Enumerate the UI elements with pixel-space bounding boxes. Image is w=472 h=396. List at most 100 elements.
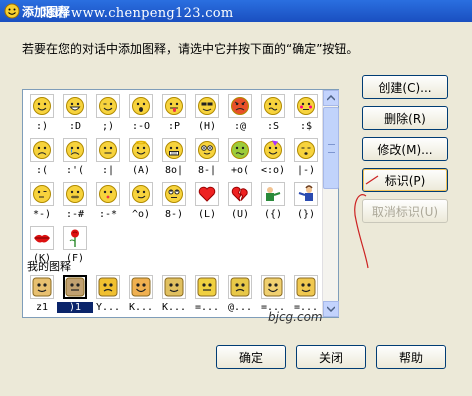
help-button[interactable]: 帮助 — [376, 345, 446, 369]
add-emoticon-dialog: 添加图释 网站 www.chenpeng123.com 若要在您的对话中添加图释… — [0, 0, 472, 396]
emoticon-shortcut-label: :( — [35, 165, 49, 176]
emoticon-shortcut-label: ^o) — [131, 209, 151, 220]
emoticon-item[interactable]: ;) — [92, 92, 124, 136]
site-watermark: bjcg.com — [268, 310, 323, 324]
custom-emoticon-item[interactable]: Y... — [92, 273, 124, 317]
emoticon-shortcut-label: @... — [227, 302, 253, 313]
emoticon-item[interactable]: :-O — [125, 92, 157, 136]
emoticon-list[interactable]: 我的图释 :):D;):-O:P (H):@:S:$:(:'(:| (A) 8o| 8-… — [22, 89, 339, 318]
emoticon-item[interactable]: ({) — [257, 180, 289, 224]
custom-emoticon-item[interactable]: K... — [158, 273, 190, 317]
sarcastic-icon — [129, 182, 153, 206]
emoticon-item[interactable]: :D — [59, 92, 91, 136]
emoticon-item[interactable]: (K) — [26, 224, 58, 268]
emoticon-item[interactable]: <:o) — [257, 136, 289, 180]
emoticon-item[interactable]: (A) — [125, 136, 157, 180]
emoticon-shortcut-label: :) — [35, 121, 49, 132]
ok-button[interactable]: 确定 — [216, 345, 286, 369]
emoticon-item[interactable]: 8o| — [158, 136, 190, 180]
emoticon-item[interactable]: :P — [158, 92, 190, 136]
emoticon-shortcut-label: <:o) — [260, 165, 286, 176]
custom-emoticon-item[interactable]: )1 — [57, 273, 93, 317]
title-watermark: 网站 www.chenpeng123.com — [40, 6, 234, 21]
emoticon-item[interactable]: (F) — [59, 224, 91, 268]
custom-emoticon-item[interactable]: @... — [224, 273, 256, 317]
custom-emoticon-item[interactable]: z1 — [26, 273, 58, 317]
girl-hug-icon — [294, 182, 318, 206]
emoticon-shortcut-label: z1 — [35, 302, 49, 313]
custom-face-1-icon — [30, 275, 54, 299]
emoticon-shortcut-label: )1 — [57, 302, 93, 313]
emoticon-shortcut-label: :| — [101, 165, 115, 176]
emoticon-item[interactable]: :S — [257, 92, 289, 136]
disappointed-icon — [96, 138, 120, 162]
emoticon-item[interactable]: :) — [26, 92, 58, 136]
custom-face-2-icon — [63, 275, 87, 299]
scroll-up-button[interactable] — [323, 90, 339, 106]
emoticon-shortcut-label: :-* — [98, 209, 118, 220]
smile-icon — [30, 94, 54, 118]
tongue-icon — [162, 94, 186, 118]
emoticon-item[interactable]: :'( — [59, 136, 91, 180]
emoticon-item[interactable]: +o( — [224, 136, 256, 180]
emoticon-shortcut-label: (L) — [197, 209, 217, 220]
emoticon-item[interactable]: :@ — [224, 92, 256, 136]
emoticon-shortcut-label: =... — [194, 302, 220, 313]
emoticon-item[interactable]: *-) — [26, 180, 58, 224]
instruction-text: 若要在您的对话中添加图释，请选中它并按下面的“确定”按钮。 — [22, 42, 359, 56]
emoticon-item[interactable]: 8-) — [158, 180, 190, 224]
emoticon-shortcut-label: 8-) — [164, 209, 184, 220]
thinking-icon — [30, 182, 54, 206]
mark-button[interactable]: 标识(P) — [362, 168, 448, 192]
custom-face-5-icon — [162, 275, 186, 299]
emoticon-shortcut-label: (A) — [131, 165, 151, 176]
emoticon-item[interactable]: (H) — [191, 92, 223, 136]
scroll-thumb[interactable] — [323, 107, 339, 189]
title-bar[interactable]: 添加图释 网站 www.chenpeng123.com — [0, 0, 472, 22]
modify-button[interactable]: 修改(M)... — [362, 137, 448, 161]
close-button[interactable]: 关闭 — [296, 345, 366, 369]
unmark-button[interactable]: 取消标识(U) — [362, 199, 448, 223]
confused-icon — [261, 94, 285, 118]
custom-emoticon-item[interactable]: K... — [125, 273, 157, 317]
emoticon-shortcut-label: :-# — [65, 209, 85, 220]
emoticon-item[interactable]: ^o) — [125, 180, 157, 224]
eye-roll-icon — [162, 182, 186, 206]
emoticon-item[interactable]: (U) — [224, 180, 256, 224]
emoticon-item[interactable]: (}) — [290, 180, 321, 224]
emoticon-shortcut-label: (K) — [32, 253, 52, 264]
custom-emoticon-item[interactable]: =... — [191, 273, 223, 317]
emoticon-item[interactable]: :( — [26, 136, 58, 180]
dont-tell-icon — [63, 182, 87, 206]
emoticon-shortcut-label: +o( — [230, 165, 250, 176]
create-button[interactable]: 创建(C)... — [362, 75, 448, 99]
emoticon-item[interactable]: |-) — [290, 136, 321, 180]
chevron-down-icon — [327, 306, 335, 312]
grin-icon — [63, 94, 87, 118]
red-lips-icon — [30, 226, 54, 250]
emoticon-item[interactable]: :| — [92, 136, 124, 180]
nerd-icon — [195, 138, 219, 162]
scroll-down-button[interactable] — [323, 301, 339, 317]
emoticon-shortcut-label: ({) — [263, 209, 283, 220]
baring-teeth-icon — [162, 138, 186, 162]
emoticon-shortcut-label: :-O — [131, 121, 151, 132]
custom-face-4-icon — [129, 275, 153, 299]
emoticon-item[interactable]: 8-| — [191, 136, 223, 180]
vertical-scrollbar[interactable] — [322, 90, 339, 317]
broken-heart-icon — [228, 182, 252, 206]
sad-icon — [30, 138, 54, 162]
emoticon-shortcut-label: ;) — [101, 121, 115, 132]
sick-icon — [228, 138, 252, 162]
emoticon-item[interactable]: (L) — [191, 180, 223, 224]
emoticon-shortcut-label: (H) — [197, 121, 217, 132]
emoticon-shortcut-label: :@ — [233, 121, 247, 132]
cool-sunglasses-icon — [195, 94, 219, 118]
emoticon-item[interactable]: :-# — [59, 180, 91, 224]
boy-hug-icon — [261, 182, 285, 206]
emoticon-item[interactable]: :-* — [92, 180, 124, 224]
delete-button[interactable]: 删除(R) — [362, 106, 448, 130]
red-heart-icon — [195, 182, 219, 206]
emoticon-item[interactable]: :$ — [290, 92, 321, 136]
emoticon-shortcut-label: (F) — [65, 253, 85, 264]
